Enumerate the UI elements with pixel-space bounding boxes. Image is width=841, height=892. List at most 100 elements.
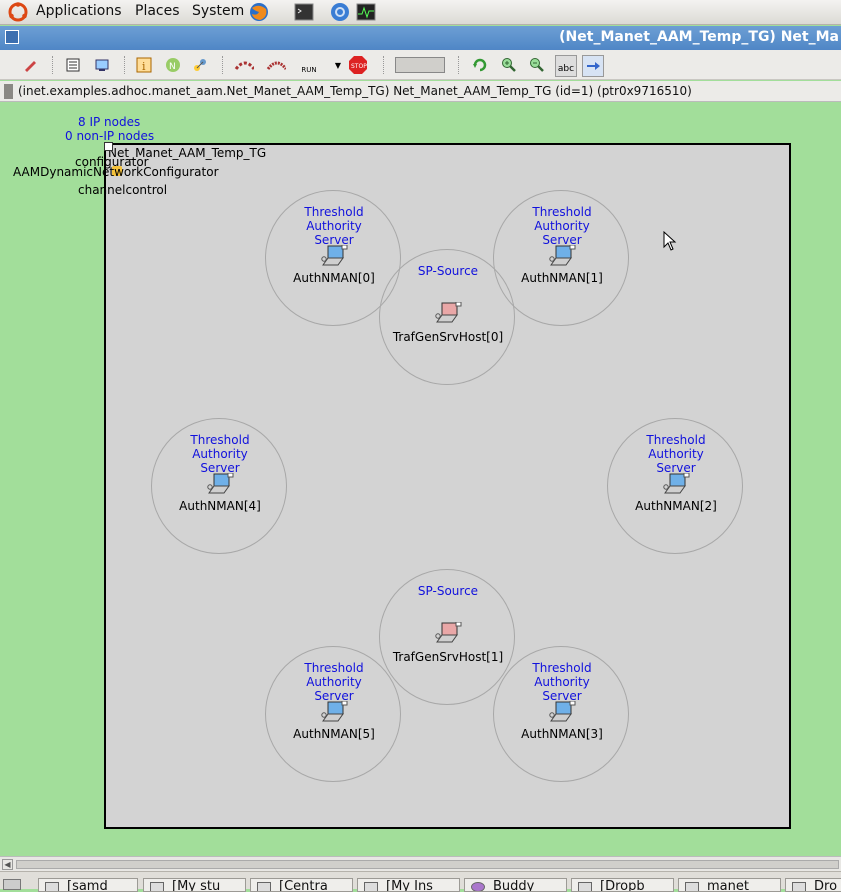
- run-button[interactable]: RUN: [297, 55, 321, 75]
- show-labels-toggle[interactable]: abc: [555, 55, 577, 77]
- chromium-icon[interactable]: [330, 2, 350, 22]
- system-menu[interactable]: System: [192, 3, 244, 19]
- node-type-label: SP-Source: [417, 584, 479, 598]
- taskbar-item[interactable]: [samd: [38, 878, 138, 892]
- network-resize-handle[interactable]: [104, 142, 113, 151]
- node-type-label: Authority: [306, 219, 362, 233]
- taskbar-item[interactable]: manet: [678, 878, 781, 892]
- module-path-bar: (inet.examples.adhoc.manet_aam.Net_Manet…: [0, 81, 841, 102]
- node-type-label: Authority: [306, 675, 362, 689]
- ubuntu-logo-icon[interactable]: [8, 2, 28, 22]
- refresh-icon[interactable]: [470, 55, 490, 75]
- node-type-label: Authority: [192, 447, 248, 461]
- mouse-cursor-icon: [663, 231, 677, 251]
- taskbar-item[interactable]: [Centra: [250, 878, 353, 892]
- non-ip-nodes-count: 0 non-IP nodes: [65, 129, 155, 143]
- firefox-icon[interactable]: [249, 2, 269, 22]
- taskbar-item[interactable]: [My stu: [143, 878, 246, 892]
- node-name-label: AuthNMAN[2]: [635, 499, 717, 513]
- stop-label: STOP: [351, 63, 367, 70]
- pidgin-icon: [471, 882, 485, 891]
- inspector-icon[interactable]: [92, 55, 112, 75]
- node-type-label: Authority: [648, 447, 704, 461]
- zoom-out-icon[interactable]: [527, 55, 547, 75]
- places-menu[interactable]: Places: [135, 3, 180, 19]
- node-type-label: SP-Source: [417, 264, 479, 278]
- folder-icon: [685, 882, 699, 891]
- channelcontrol-label: channelcontrol: [78, 183, 168, 197]
- object-list-icon[interactable]: [63, 55, 83, 75]
- folder-icon: [792, 882, 806, 891]
- window-titlebar: (Net_Manet_AAM_Temp_TG) Net_Ma: [0, 26, 841, 50]
- fast-icon[interactable]: [266, 55, 286, 75]
- network-node[interactable]: Threshold Authority Server AuthNMAN[4]: [151, 418, 287, 554]
- show-desktop-icon[interactable]: [3, 879, 21, 890]
- window-title: (Net_Manet_AAM_Temp_TG) Net_Ma: [559, 29, 839, 45]
- node-type-label: Threshold: [532, 205, 592, 219]
- ip-nodes-count: 8 IP nodes: [78, 115, 141, 129]
- applications-menu[interactable]: Applications: [36, 3, 122, 19]
- horizontal-scrollbar[interactable]: ◀: [0, 856, 841, 871]
- svg-text:i: i: [142, 60, 146, 73]
- laptop-icon: [663, 473, 690, 494]
- show-arrows-toggle[interactable]: [582, 55, 604, 77]
- scroll-left-icon[interactable]: ◀: [2, 859, 13, 870]
- laptop-icon: [321, 701, 348, 722]
- info-icon[interactable]: i: [134, 55, 154, 75]
- network-icon[interactable]: N: [163, 55, 183, 75]
- top-panel: Applications Places System: [0, 0, 841, 25]
- window-app-icon[interactable]: [5, 30, 19, 44]
- node-type-label: Threshold: [304, 205, 364, 219]
- node-type-label: Authority: [534, 675, 590, 689]
- reset-icon[interactable]: [20, 55, 40, 75]
- node-type-label: Threshold: [532, 661, 592, 675]
- node-type-label: Threshold: [646, 433, 706, 447]
- laptop-red-icon: [435, 302, 462, 323]
- scroll-track[interactable]: [16, 860, 839, 869]
- laptop-red-icon: [435, 622, 462, 643]
- node-name-label: AuthNMAN[3]: [521, 727, 603, 741]
- taskbar-item[interactable]: Buddy: [464, 878, 567, 892]
- toolbar-separator: [222, 56, 224, 74]
- node-type-label: Authority: [534, 219, 590, 233]
- configurator-type-label: AAMDynamicNetworkConfigurator: [13, 165, 219, 179]
- folder-icon: [364, 882, 378, 891]
- node-type-label: Threshold: [190, 433, 250, 447]
- module-path-text: (inet.examples.adhoc.manet_aam.Net_Manet…: [18, 84, 692, 98]
- run-dropdown-icon[interactable]: ▼: [333, 55, 343, 75]
- zoom-in-icon[interactable]: [499, 55, 519, 75]
- abc-label: abc: [557, 64, 575, 74]
- speed-slider[interactable]: [395, 57, 445, 73]
- laptop-icon: [207, 473, 234, 494]
- taskbar-item[interactable]: [My Ins: [357, 878, 460, 892]
- network-node[interactable]: SP-Source TrafGenSrvHost[0]: [379, 249, 515, 385]
- taskbar: [samd [My stu [Centra [My Ins Buddy [Dro…: [0, 871, 841, 892]
- node-name-label: AuthNMAN[4]: [179, 499, 261, 513]
- svg-text:N: N: [169, 62, 176, 72]
- taskbar-item[interactable]: [Dropb: [571, 878, 674, 892]
- system-monitor-icon[interactable]: [356, 2, 376, 22]
- infobar-grip[interactable]: [4, 84, 13, 99]
- toolbar: i N RUN ▼ STOP abc: [0, 50, 841, 80]
- run-label: RUN: [301, 66, 317, 74]
- network-node[interactable]: Threshold Authority Server AuthNMAN[5]: [265, 646, 401, 782]
- node-name-label: TrafGenSrvHost[0]: [392, 330, 504, 344]
- step-icon[interactable]: [234, 55, 254, 75]
- window-icon: [45, 882, 59, 891]
- folder-icon: [150, 882, 164, 891]
- laptop-icon: [549, 245, 576, 266]
- terminal-icon[interactable]: [294, 2, 314, 22]
- network-node[interactable]: Threshold Authority Server AuthNMAN[3]: [493, 646, 629, 782]
- node-type-label: Threshold: [304, 661, 364, 675]
- taskbar-item[interactable]: Dro: [785, 878, 841, 892]
- folder-icon: [578, 882, 592, 891]
- network-node[interactable]: Threshold Authority Server AuthNMAN[2]: [607, 418, 743, 554]
- toolbar-separator: [124, 56, 126, 74]
- stop-button[interactable]: STOP: [348, 55, 368, 75]
- modules-icon[interactable]: [190, 55, 210, 75]
- toolbar-separator: [383, 56, 385, 74]
- laptop-icon: [549, 701, 576, 722]
- network-canvas[interactable]: 8 IP nodes 0 non-IP nodes Net_Manet_AAM_…: [0, 102, 841, 856]
- node-name-label: AuthNMAN[5]: [293, 727, 375, 741]
- toolbar-separator: [458, 56, 460, 74]
